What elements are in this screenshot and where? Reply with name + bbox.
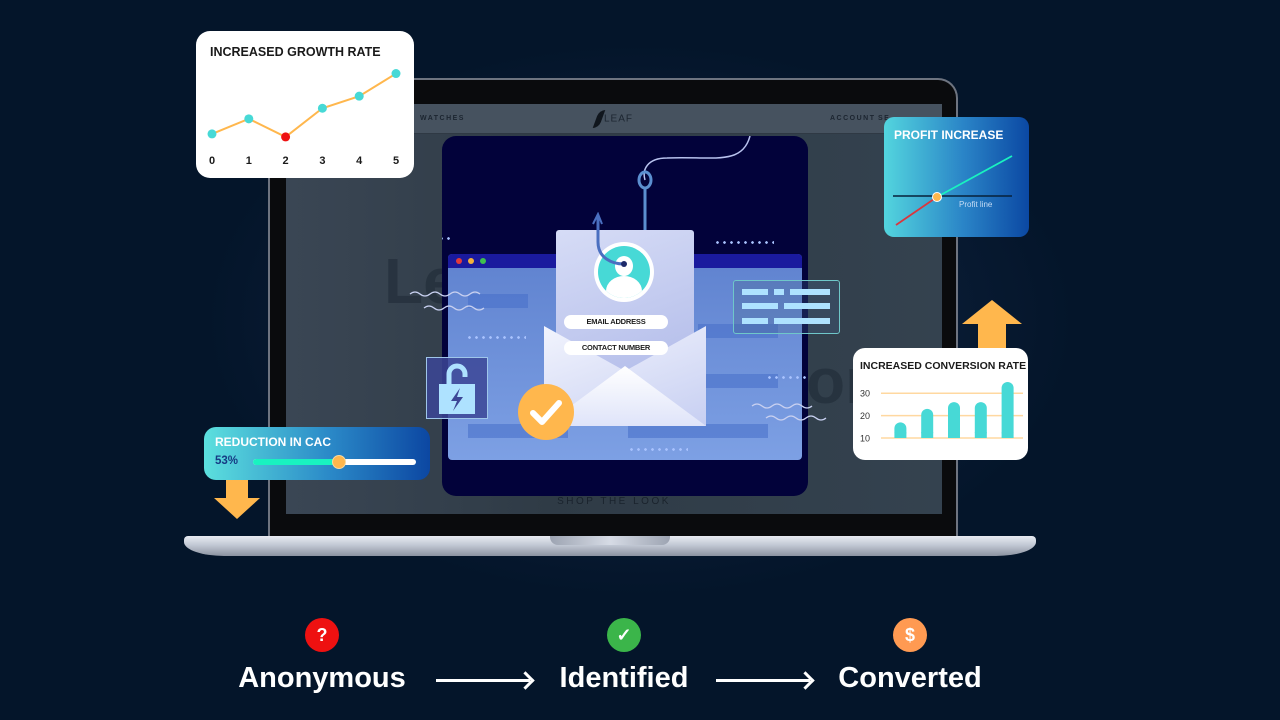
arrow-up-icon <box>962 300 1022 350</box>
growth-x-tick: 1 <box>246 155 252 167</box>
growth-point <box>281 132 291 142</box>
logo-text: LEAF <box>604 113 634 125</box>
growth-line <box>211 72 397 139</box>
cac-slider[interactable] <box>253 455 416 469</box>
flow-step-converted: $ Converted <box>810 618 1010 695</box>
conv-bar-base <box>974 432 987 438</box>
decor-dots <box>442 237 452 240</box>
wave-icon <box>409 291 485 311</box>
contact-number-field[interactable]: CONTACT NUMBER <box>564 341 668 355</box>
conv-y-tick: 20 <box>860 411 870 421</box>
site-logo[interactable]: LEAF <box>592 110 634 128</box>
growth-x-tick: 4 <box>356 155 363 167</box>
break-even-point <box>932 192 942 202</box>
cac-slider-fill <box>253 459 340 465</box>
profit-segment <box>936 155 1013 198</box>
flow-arrow-right-icon <box>716 679 810 682</box>
conv-bar-base <box>921 432 934 438</box>
conv-bar-base <box>1001 432 1014 438</box>
growth-point <box>244 114 254 124</box>
profit-line-label: Profit line <box>959 200 993 209</box>
loss-segment <box>895 196 938 226</box>
cac-percentage: 53% <box>215 455 239 467</box>
growth-x-tick: 0 <box>209 155 215 167</box>
conv-bar-base <box>894 432 907 438</box>
decor-dots <box>466 336 526 339</box>
placeholder-block <box>628 424 768 438</box>
question-icon: ? <box>305 618 339 652</box>
growth-x-tick: 3 <box>319 155 325 167</box>
growth-x-tick: 2 <box>283 155 289 167</box>
nav-link-watches[interactable]: WATCHES <box>420 115 465 122</box>
cac-title: REDUCTION IN CAC <box>215 435 331 449</box>
growth-point <box>317 103 327 113</box>
conv-y-tick: 10 <box>860 434 870 444</box>
conversion-rate-card: INCREASED CONVERSION RATE 10 20 30 <box>853 348 1028 460</box>
growth-point <box>354 91 364 101</box>
wave-icon <box>751 403 827 421</box>
flow-label-anonymous: Anonymous <box>238 662 406 694</box>
conversion-bar-chart: 10 20 30 <box>860 382 1023 444</box>
nav-link-account[interactable]: ACCOUNT <box>830 115 876 122</box>
decor-dots <box>714 241 774 244</box>
laptop-notch <box>550 536 670 545</box>
flow-arrow-right-icon <box>436 679 530 682</box>
cac-slider-thumb[interactable] <box>332 455 347 469</box>
email-address-field[interactable]: EMAIL ADDRESS <box>564 315 668 329</box>
shop-the-look-link[interactable]: SHOP THE LOOK <box>286 496 942 507</box>
growth-point <box>207 129 217 139</box>
growth-rate-card: INCREASED GROWTH RATE 012345 <box>196 31 414 178</box>
growth-point <box>391 69 401 79</box>
hook-icon <box>592 212 627 267</box>
text-lines-card <box>733 280 840 334</box>
flow-step-anonymous: ? Anonymous <box>222 618 422 695</box>
unlocked-lock-icon <box>426 357 488 419</box>
profit-chart <box>893 155 1013 226</box>
dollar-icon: $ <box>893 618 927 652</box>
maximize-dot-icon <box>480 258 486 264</box>
arrow-down-icon <box>214 480 260 519</box>
check-icon: ✓ <box>607 618 641 652</box>
decor-dots <box>628 448 688 451</box>
close-dot-icon <box>456 258 462 264</box>
flow-label-converted: Converted <box>838 662 982 694</box>
flow-label-identified: Identified <box>559 662 689 694</box>
growth-line-chart: 0 1 2 3 4 5 <box>207 69 401 167</box>
conv-bar <box>1001 382 1014 438</box>
flow-step-identified: ✓ Identified <box>524 618 724 695</box>
check-badge-icon <box>518 384 574 440</box>
growth-x-tick: 5 <box>393 155 399 167</box>
conv-y-tick: 30 <box>860 389 870 399</box>
profit-increase-card: PROFIT INCREASE Profit line <box>884 117 1029 237</box>
decor-dots <box>766 376 806 379</box>
minimize-dot-icon <box>468 258 474 264</box>
conv-bar-base <box>948 432 960 438</box>
cac-reduction-card: REDUCTION IN CAC 53% <box>204 427 430 480</box>
